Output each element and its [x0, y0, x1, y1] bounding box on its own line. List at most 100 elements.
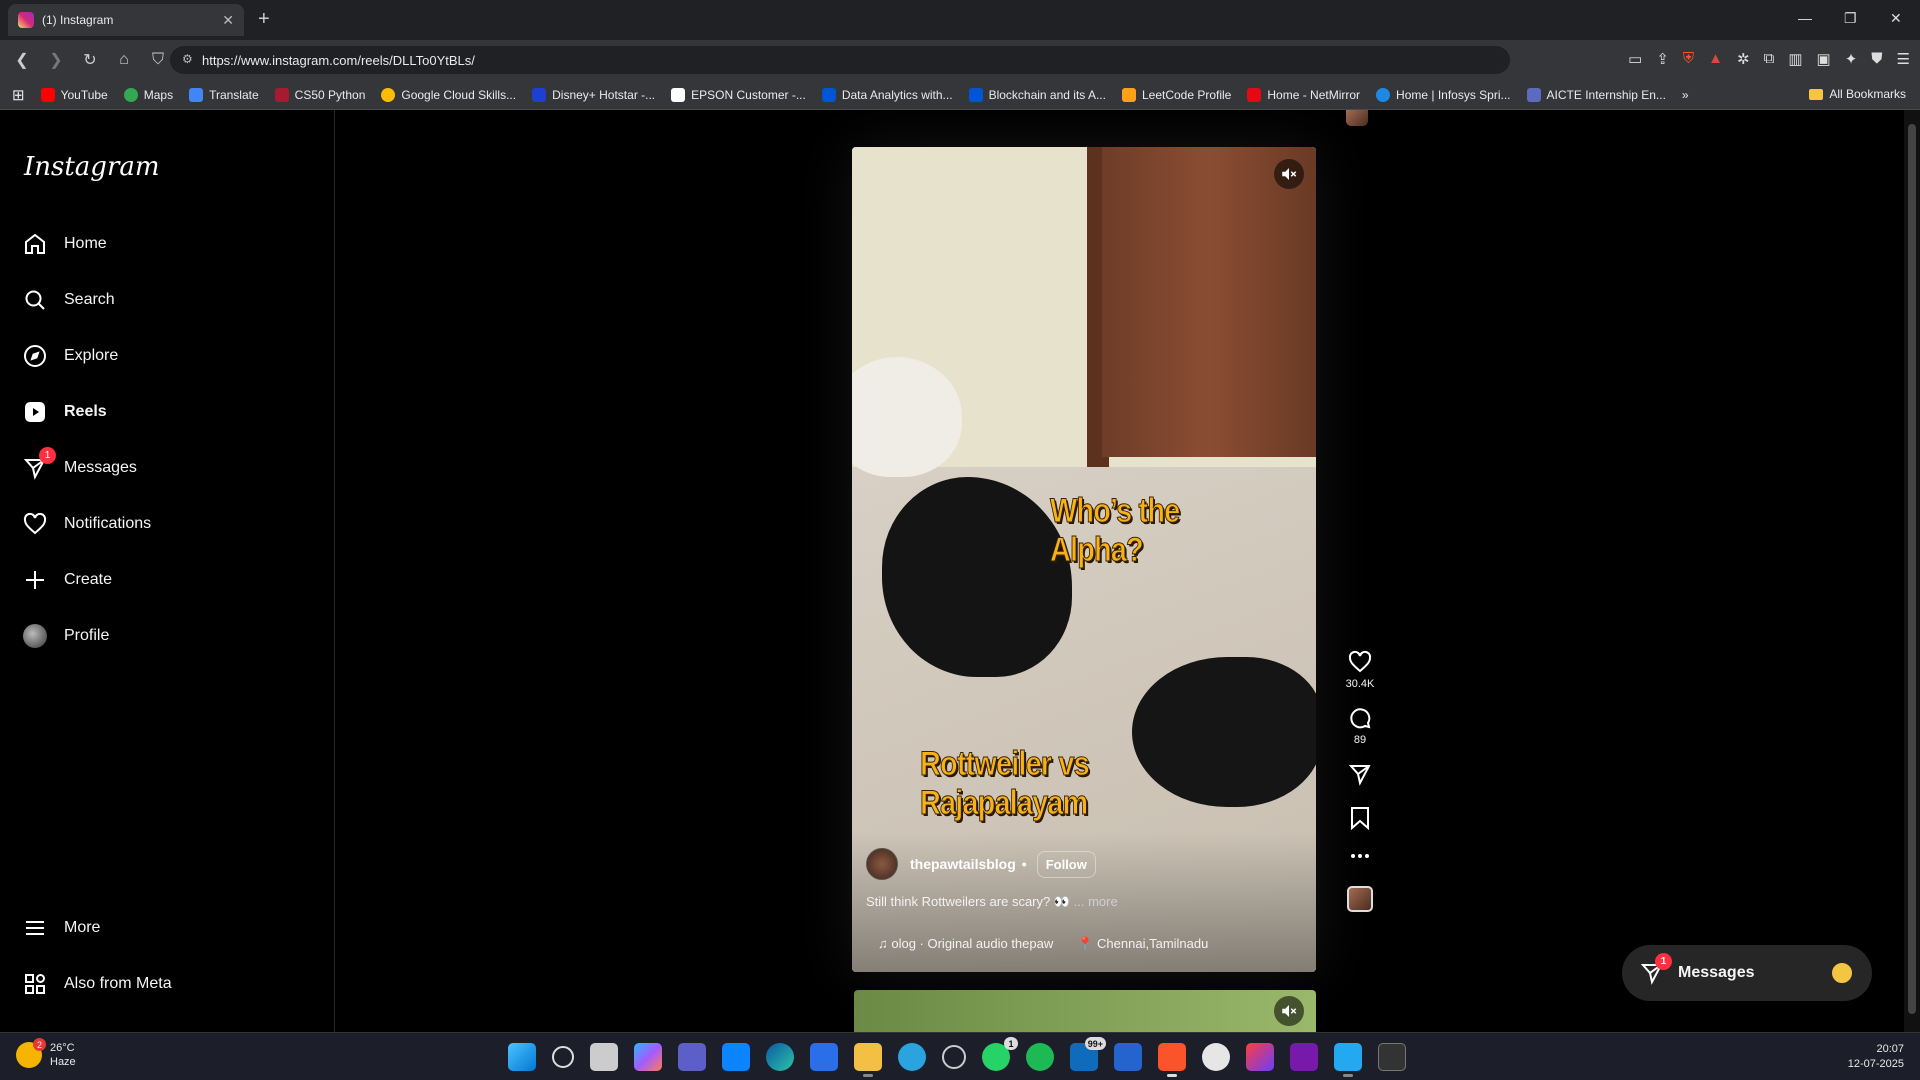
menu-icon[interactable]: ☰ — [1897, 50, 1910, 68]
sidebar-item-reels[interactable]: Reels — [22, 396, 107, 428]
page-scrollbar[interactable] — [1904, 110, 1920, 1032]
windows-start-icon[interactable] — [508, 1043, 536, 1071]
sidebar-item-create[interactable]: Create — [22, 564, 112, 596]
location-link[interactable]: 📍 Chennai,Tamilnadu — [1077, 936, 1208, 952]
bookmark-blockchain[interactable]: Blockchain and its A... — [968, 87, 1106, 102]
reel-video[interactable]: Who’s the Alpha? Rottweiler vs Rajapalay… — [852, 147, 1316, 972]
save-action[interactable] — [1349, 806, 1371, 834]
task-view-icon[interactable] — [590, 1043, 618, 1071]
author-avatar[interactable] — [866, 848, 898, 880]
tab-instagram[interactable]: (1) Instagram ✕ — [8, 4, 244, 36]
vpn-icon[interactable]: ⛊ — [1871, 50, 1882, 68]
bookmark-netmirror[interactable]: Home - NetMirror — [1247, 87, 1360, 102]
system-clock[interactable]: 20:07 12-07-2025 — [1848, 1042, 1904, 1072]
apps-grid-icon[interactable]: ⊞ — [12, 86, 25, 104]
forward-icon[interactable]: ❯ — [44, 50, 68, 70]
bookmark-data-analytics[interactable]: Data Analytics with... — [821, 87, 953, 102]
brave-shield-icon[interactable]: ⛨ — [1683, 50, 1694, 68]
author-username[interactable]: thepawtailsblog — [910, 856, 1016, 872]
weather-widget[interactable]: 2 26°C Haze — [16, 1038, 76, 1069]
sidebar-item-profile[interactable]: Profile — [22, 620, 109, 652]
bookmark-infosys[interactable]: Home | Infosys Spri... — [1376, 87, 1511, 102]
leo-ai-icon[interactable]: ✦ — [1845, 50, 1858, 68]
media-player-icon[interactable] — [942, 1045, 966, 1069]
sidebar-item-search[interactable]: Search — [22, 284, 115, 316]
bookmark-icon[interactable] — [1349, 806, 1371, 830]
bookmarks-overflow-icon[interactable]: » — [1682, 88, 1689, 102]
window-close-icon[interactable]: ✕ — [1890, 10, 1902, 27]
bookmark-leetcode[interactable]: LeetCode Profile — [1121, 87, 1231, 102]
screenshot-icon[interactable]: ⧉ — [1764, 50, 1775, 68]
bookmark-page-icon[interactable]: ⛉ — [146, 51, 170, 69]
bookmark-translate[interactable]: Translate — [189, 87, 259, 102]
whatsapp-icon[interactable]: 1 — [982, 1037, 1018, 1071]
home-browser-icon[interactable]: ⌂ — [112, 51, 136, 69]
bookmark-epson[interactable]: EPSON Customer -... — [671, 87, 806, 102]
all-bookmarks[interactable]: All Bookmarks — [1809, 87, 1906, 101]
brave-browser-icon[interactable] — [1158, 1043, 1186, 1077]
share-paperplane-icon[interactable] — [1348, 762, 1372, 786]
bookmark-aicte[interactable]: AICTE Internship En... — [1526, 87, 1666, 102]
share-action[interactable] — [1348, 762, 1372, 790]
todo-icon[interactable] — [1114, 1043, 1142, 1071]
affinity-icon[interactable] — [1246, 1043, 1274, 1071]
bookmark-google-cloud[interactable]: Google Cloud Skills... — [381, 87, 516, 102]
telegram-icon[interactable] — [898, 1043, 926, 1071]
more-dots-icon[interactable] — [1348, 850, 1372, 862]
bookmark-youtube[interactable]: YouTube — [40, 87, 108, 102]
teams-icon[interactable] — [678, 1043, 706, 1071]
sidebar-item-messages[interactable]: 1 Messages — [22, 447, 137, 484]
messages-floating-button[interactable]: 1 Messages — [1622, 945, 1872, 1001]
instagram-logo[interactable]: Instagram — [24, 152, 160, 182]
comment-action[interactable]: 89 — [1348, 706, 1372, 746]
like-action[interactable]: 30.4K — [1346, 650, 1374, 690]
onenote-icon[interactable] — [1290, 1043, 1318, 1071]
bookmark-cs50[interactable]: CS50 Python — [274, 87, 365, 102]
restore-icon[interactable]: ❐ — [1844, 10, 1857, 27]
minimize-icon[interactable]: — — [1798, 10, 1812, 26]
mail-icon[interactable]: 99+ — [1070, 1037, 1106, 1071]
share-icon[interactable]: ⇪ — [1656, 50, 1669, 68]
clock-app-icon[interactable] — [1202, 1043, 1230, 1071]
address-bar[interactable]: ⚙ https://www.instagram.com/reels/DLLTo0… — [170, 46, 1510, 74]
file-explorer-icon[interactable] — [854, 1043, 882, 1077]
sidebar-item-also-from-meta[interactable]: Also from Meta — [22, 968, 172, 1000]
ms-store-icon[interactable] — [810, 1043, 838, 1071]
wallet-icon[interactable]: ▣ — [1817, 50, 1831, 68]
next-reel-preview[interactable] — [854, 990, 1316, 1032]
comment-icon[interactable] — [1348, 706, 1372, 730]
scrollbar-thumb[interactable] — [1908, 124, 1916, 1014]
edge-icon[interactable] — [766, 1043, 794, 1071]
extensions-icon[interactable]: ✲ — [1737, 50, 1750, 68]
bookmark-hotstar[interactable]: Disney+ Hotstar -... — [532, 87, 655, 102]
brave-rewards-icon[interactable]: ▲ — [1708, 50, 1723, 68]
widgets-icon[interactable] — [722, 1043, 750, 1071]
terminal-icon[interactable] — [1378, 1043, 1406, 1071]
sidebar-item-home[interactable]: Home — [22, 228, 107, 260]
site-info-icon[interactable]: ⚙ — [182, 52, 193, 66]
previous-reel-audio-thumb[interactable] — [1346, 110, 1368, 126]
sidebar-item-more[interactable]: More — [22, 912, 100, 944]
sidebar-toggle-icon[interactable]: ▥ — [1788, 50, 1802, 68]
next-reel-mute-icon[interactable] — [1274, 996, 1304, 1026]
bookmark-maps[interactable]: Maps — [123, 87, 173, 102]
back-icon[interactable]: ❮ — [10, 50, 34, 70]
follow-button[interactable]: Follow — [1036, 850, 1096, 878]
vscode-icon[interactable] — [1334, 1043, 1362, 1077]
sidebar-item-explore[interactable]: Explore — [22, 340, 118, 372]
audio-thumbnail[interactable] — [1347, 886, 1373, 912]
tab-close-icon[interactable]: ✕ — [222, 12, 234, 29]
cast-icon[interactable]: ▭ — [1628, 50, 1642, 68]
more-options-action[interactable] — [1348, 850, 1372, 866]
audio-link[interactable]: ♫ olog · Original audio thepaw — [878, 936, 1053, 952]
taskbar-search-icon[interactable] — [552, 1046, 574, 1068]
spotify-icon[interactable] — [1026, 1043, 1054, 1071]
caption-more-link[interactable]: ... more — [1074, 894, 1118, 909]
mute-icon[interactable] — [1274, 159, 1304, 189]
copilot-icon[interactable] — [634, 1043, 662, 1071]
sidebar-item-notifications[interactable]: Notifications — [22, 508, 151, 540]
new-tab-icon[interactable]: + — [258, 8, 270, 31]
like-heart-icon[interactable] — [1348, 650, 1372, 674]
reload-icon[interactable]: ↻ — [78, 50, 102, 70]
reel-caption[interactable]: Still think Rottweilers are scary? 👀 ...… — [866, 894, 1118, 910]
